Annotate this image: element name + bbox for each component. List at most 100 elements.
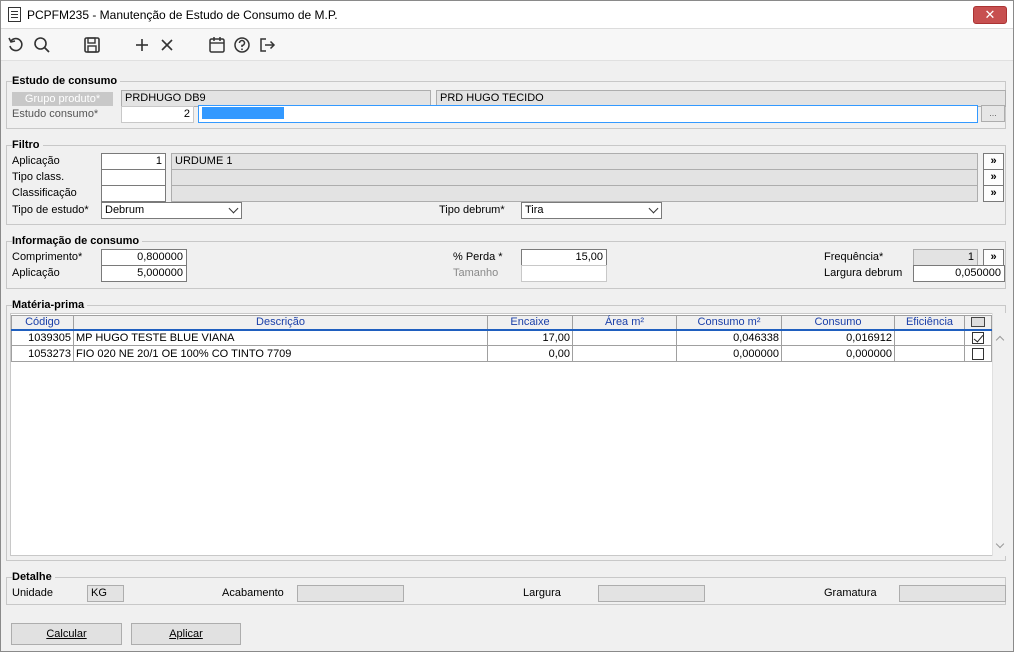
comprimento-label: Comprimento* [12, 251, 83, 263]
frequencia-field: 1 [913, 249, 978, 266]
cell-codigo: 1053273 [11, 345, 74, 362]
col-area[interactable]: Área m² [572, 315, 677, 331]
exit-icon[interactable] [257, 35, 277, 55]
grid-header-row: Código Descrição Encaixe Área m² Consumo… [11, 315, 992, 331]
aplicar-button[interactable]: Aplicar [131, 623, 241, 645]
estudo-consumo-desc[interactable] [198, 105, 978, 123]
classificacao-label: Classificação [12, 187, 77, 199]
col-encaixe[interactable]: Encaixe [487, 315, 573, 331]
save-icon[interactable] [82, 35, 102, 55]
gramatura-field [899, 585, 1006, 602]
row-checkbox[interactable] [972, 347, 984, 360]
estudo-consumo-number[interactable]: 2 [121, 106, 194, 123]
unidade-label: Unidade [12, 587, 53, 599]
grupo-produto-label: Grupo produto* [12, 92, 113, 106]
frequencia-lookup-button[interactable]: » [983, 249, 1004, 266]
info-section-title: Informação de consumo [12, 235, 143, 247]
scroll-up-icon[interactable] [995, 335, 1005, 345]
comprimento-field[interactable]: 0,800000 [101, 249, 187, 266]
largura-debrum-label: Largura debrum [824, 267, 903, 279]
tamanho-label: Tamanho [453, 267, 499, 279]
document-icon [8, 7, 21, 22]
tipo-class-lookup-button[interactable]: » [983, 169, 1004, 186]
close-button[interactable]: ✕ [973, 6, 1007, 24]
filtro-aplicacao-desc: URDUME 1 [171, 153, 978, 170]
largura-field [598, 585, 705, 602]
chevron-down-icon [228, 203, 239, 214]
largura-debrum-field[interactable]: 0,050000 [913, 265, 1005, 282]
col-codigo[interactable]: Código [11, 315, 74, 331]
help-icon[interactable] [232, 35, 252, 55]
tipo-debrum-value: Tira [525, 204, 544, 216]
cell-area [572, 345, 677, 362]
tamanho-field [521, 265, 607, 282]
cell-eficiencia [894, 345, 965, 362]
info-aplicacao-field[interactable]: 5,000000 [101, 265, 187, 282]
cell-codigo: 1039305 [11, 329, 74, 346]
cell-encaixe[interactable]: 0,00 [487, 345, 573, 362]
cell-descricao: FIO 020 NE 20/1 OE 100% CO TINTO 7709 [73, 345, 488, 362]
cell-encaixe[interactable]: 17,00 [487, 329, 573, 346]
filtro-section-title: Filtro [12, 139, 43, 151]
info-aplicacao-label: Aplicação [12, 267, 60, 279]
tipo-class-label: Tipo class. [12, 171, 65, 183]
toolbar [1, 29, 1013, 61]
estudo-section-title: Estudo de consumo [12, 75, 121, 87]
estudo-consumo-label: Estudo consumo* [12, 108, 99, 120]
perda-label: % Perda * [453, 251, 503, 263]
detalhe-section-title: Detalhe [12, 571, 55, 583]
refresh-icon[interactable] [6, 35, 26, 55]
grid-scrollbar[interactable] [992, 313, 1006, 556]
calendar-icon[interactable] [207, 35, 227, 55]
materia-section-title: Matéria-prima [12, 299, 88, 311]
tipo-estudo-select[interactable]: Debrum [101, 202, 242, 219]
col-descricao[interactable]: Descrição [73, 315, 488, 331]
aplicacao-lookup-button[interactable]: » [983, 153, 1004, 170]
classificacao-desc [171, 185, 978, 202]
search-icon[interactable] [32, 35, 52, 55]
table-row[interactable]: 1039305 MP HUGO TESTE BLUE VIANA 17,00 0… [11, 329, 992, 346]
filtro-aplicacao-code[interactable]: 1 [101, 153, 166, 170]
window-title: PCPFM235 - Manutenção de Estudo de Consu… [27, 8, 338, 22]
acabamento-label: Acabamento [222, 587, 284, 599]
filtro-aplicacao-label: Aplicação [12, 155, 60, 167]
frequencia-label: Frequência* [824, 251, 884, 263]
calcular-label: Calcular [46, 628, 87, 640]
chevron-down-icon [648, 203, 659, 214]
scroll-down-icon[interactable] [995, 539, 1005, 549]
aplicar-label: Aplicar [169, 628, 203, 640]
classificacao-code[interactable] [101, 185, 166, 202]
row-checkbox[interactable] [972, 331, 984, 344]
tipo-estudo-value: Debrum [105, 204, 145, 216]
tipo-class-desc [171, 169, 978, 186]
col-consumo-m2[interactable]: Consumo m² [676, 315, 782, 331]
main-window: PCPFM235 - Manutenção de Estudo de Consu… [0, 0, 1014, 652]
col-consumo[interactable]: Consumo [781, 315, 895, 331]
largura-label: Largura [523, 587, 561, 599]
tipo-debrum-label: Tipo debrum* [439, 204, 505, 216]
delete-icon[interactable] [157, 35, 177, 55]
title-bar: PCPFM235 - Manutenção de Estudo de Consu… [1, 1, 1013, 29]
cell-consumo-m2: 0,000000 [676, 345, 782, 362]
col-select-all[interactable] [964, 315, 992, 331]
calcular-button[interactable]: Calcular [11, 623, 122, 645]
tipo-class-code[interactable] [101, 169, 166, 186]
cell-eficiencia [894, 329, 965, 346]
tipo-debrum-select[interactable]: Tira [521, 202, 662, 219]
cell-area [572, 329, 677, 346]
select-all-icon[interactable] [971, 317, 985, 328]
cell-consumo: 0,016912 [781, 329, 895, 346]
perda-field[interactable]: 15,00 [521, 249, 607, 266]
selected-text-highlight [202, 107, 284, 119]
tipo-estudo-label: Tipo de estudo* [12, 204, 89, 216]
estudo-lookup-button[interactable]: ... [981, 105, 1005, 122]
cell-consumo: 0,000000 [781, 345, 895, 362]
gramatura-label: Gramatura [824, 587, 877, 599]
table-row[interactable]: 1053273 FIO 020 NE 20/1 OE 100% CO TINTO… [11, 345, 992, 362]
cell-descricao: MP HUGO TESTE BLUE VIANA [73, 329, 488, 346]
add-icon[interactable] [132, 35, 152, 55]
classificacao-lookup-button[interactable]: » [983, 185, 1004, 202]
materia-grid: Código Descrição Encaixe Área m² Consumo… [11, 315, 992, 362]
col-eficiencia[interactable]: Eficiência [894, 315, 965, 331]
cell-check [964, 345, 992, 362]
